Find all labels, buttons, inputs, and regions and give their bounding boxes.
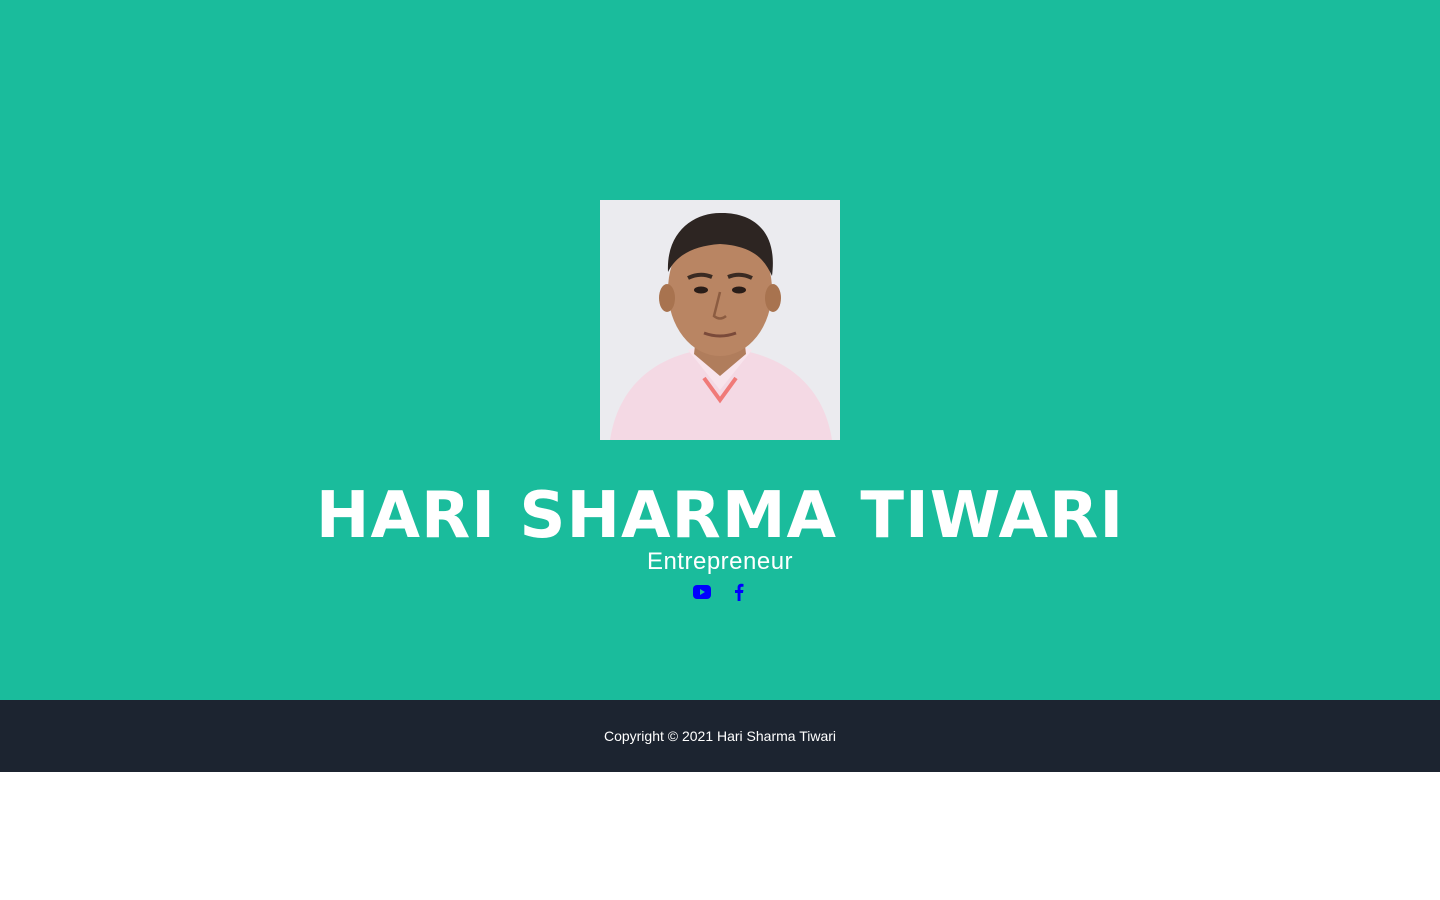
footer: Copyright © 2021 Hari Sharma Tiwari (0, 700, 1440, 772)
hero-section: HARI SHARMA TIWARI Entrepreneur (0, 0, 1440, 700)
social-links (0, 582, 1440, 602)
profile-photo (600, 200, 840, 440)
facebook-link[interactable] (729, 582, 748, 602)
profile-role: Entrepreneur (646, 548, 794, 575)
portrait-photo (600, 200, 840, 440)
youtube-link[interactable] (692, 582, 711, 602)
copyright-text: Copyright © 2021 Hari Sharma Tiwari (603, 728, 837, 744)
facebook-icon (734, 583, 743, 601)
youtube-icon (692, 585, 711, 599)
